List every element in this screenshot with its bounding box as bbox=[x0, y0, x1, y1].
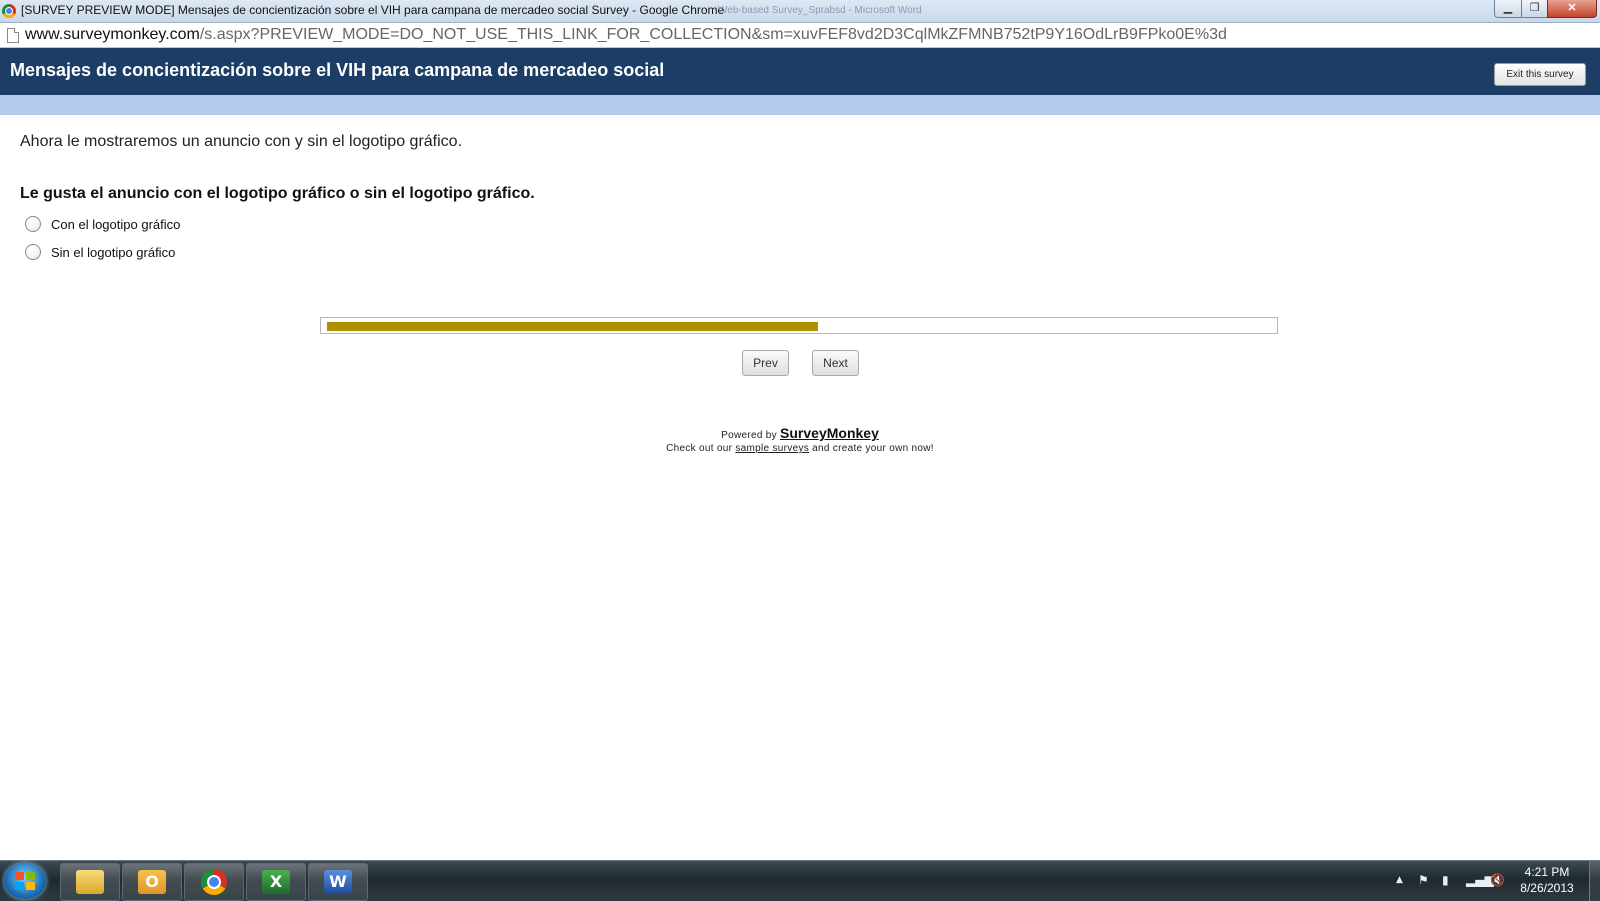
taskbar-word[interactable]: W bbox=[308, 863, 368, 901]
prev-button[interactable]: Prev bbox=[742, 350, 789, 376]
option-label: Con el logotipo gráfico bbox=[51, 216, 181, 232]
option-con-logotipo[interactable]: Con el logotipo gráfico bbox=[25, 214, 180, 234]
page-icon bbox=[7, 28, 19, 43]
start-button[interactable] bbox=[4, 863, 46, 899]
folder-icon bbox=[76, 870, 104, 894]
surveymonkey-link[interactable]: SurveyMonkey bbox=[780, 425, 879, 441]
chrome-logo-icon bbox=[2, 4, 16, 18]
taskbar: O X W ▲ ⚑ ▮ ▂▄▆ 🔇 4:21 PM 8/26/2013 bbox=[0, 860, 1600, 901]
excel-letter: X bbox=[269, 872, 283, 891]
taskbar-chrome[interactable] bbox=[184, 863, 244, 901]
checkout-line: Check out our sample surveys and create … bbox=[0, 443, 1600, 454]
system-clock[interactable]: 4:21 PM 8/26/2013 bbox=[1512, 864, 1582, 896]
question-title: Le gusta el anuncio con el logotipo gráf… bbox=[20, 185, 535, 202]
chrome-icon bbox=[201, 869, 227, 895]
outlook-letter: O bbox=[145, 872, 159, 891]
close-window-button[interactable]: ✕ bbox=[1547, 0, 1597, 18]
intro-text: Ahora le mostraremos un anuncio con y si… bbox=[20, 133, 463, 150]
checkout-prefix: Check out our bbox=[666, 443, 733, 454]
window-title-bar: [SURVEY PREVIEW MODE] Mensajes de concie… bbox=[0, 0, 1600, 23]
clock-time: 4:21 PM bbox=[1524, 865, 1570, 879]
url-text[interactable]: www.surveymonkey.com/s.aspx?PREVIEW_MODE… bbox=[25, 26, 1227, 44]
windows-logo-icon bbox=[15, 872, 35, 890]
taskbar-outlook[interactable]: O bbox=[122, 863, 182, 901]
maximize-button[interactable]: ❐ bbox=[1521, 0, 1548, 18]
word-letter: W bbox=[329, 872, 347, 891]
word-icon: W bbox=[324, 870, 352, 894]
next-button[interactable]: Next bbox=[812, 350, 859, 376]
url-domain: www.surveymonkey.com bbox=[25, 26, 200, 43]
powered-by-label: Powered by bbox=[721, 430, 777, 441]
progress-fill bbox=[327, 322, 818, 331]
powered-by: Powered by SurveyMonkey bbox=[0, 425, 1600, 441]
sample-surveys-link[interactable]: sample surveys bbox=[735, 443, 809, 454]
progress-bar bbox=[320, 317, 1278, 334]
survey-title: Mensajes de concientización sobre el VIH… bbox=[10, 60, 665, 80]
header-band bbox=[0, 95, 1600, 115]
minimize-button[interactable]: ▁ bbox=[1494, 0, 1522, 18]
address-bar[interactable]: www.surveymonkey.com/s.aspx?PREVIEW_MODE… bbox=[0, 23, 1600, 48]
background-window-title: Web-based Survey_Sprabsd - Microsoft Wor… bbox=[718, 5, 922, 16]
show-hidden-icons-icon[interactable]: ▲ bbox=[1396, 875, 1403, 891]
window-title: [SURVEY PREVIEW MODE] Mensajes de concie… bbox=[21, 3, 725, 17]
power-icon[interactable]: ▮ bbox=[1442, 873, 1449, 889]
option-sin-logotipo[interactable]: Sin el logotipo gráfico bbox=[25, 242, 175, 262]
taskbar-explorer[interactable] bbox=[60, 863, 120, 901]
checkout-suffix: and create your own now! bbox=[812, 443, 934, 454]
action-center-flag-icon[interactable]: ⚑ bbox=[1418, 873, 1429, 889]
option-label: Sin el logotipo gráfico bbox=[51, 244, 176, 260]
survey-header: Mensajes de concientización sobre el VIH… bbox=[0, 48, 1600, 95]
clock-date: 8/26/2013 bbox=[1520, 881, 1574, 895]
radio-button[interactable] bbox=[25, 244, 41, 260]
show-desktop-button[interactable] bbox=[1589, 861, 1600, 901]
url-path: /s.aspx?PREVIEW_MODE=DO_NOT_USE_THIS_LIN… bbox=[199, 26, 1227, 43]
outlook-icon: O bbox=[138, 870, 166, 894]
excel-icon: X bbox=[262, 870, 290, 894]
taskbar-excel[interactable]: X bbox=[246, 863, 306, 901]
radio-button[interactable] bbox=[25, 216, 41, 232]
volume-muted-icon[interactable]: 🔇 bbox=[1490, 873, 1505, 889]
exit-survey-button[interactable]: Exit this survey bbox=[1494, 63, 1586, 86]
